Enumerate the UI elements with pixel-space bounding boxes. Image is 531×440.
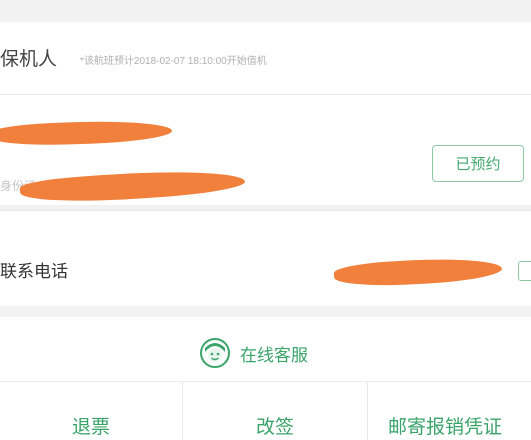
redacted-phone-number — [333, 255, 503, 289]
refund-label: 退票 — [71, 417, 110, 438]
online-service-section[interactable]: 在线客服 — [0, 317, 531, 382]
redacted-passenger-name — [0, 118, 173, 148]
refund-button[interactable]: 退票 — [0, 382, 183, 440]
edit-phone-button[interactable] — [518, 261, 531, 281]
order-actions-bar: 退票 改签 邮寄报销凭证 — [0, 382, 531, 440]
change-ticket-button[interactable]: 改签 — [183, 382, 368, 440]
online-service-label: 在线客服 — [240, 345, 308, 365]
change-ticket-label: 改签 — [255, 417, 294, 438]
booked-status-button[interactable]: 已预约 — [432, 145, 524, 182]
checkin-robot-title: 保机人 — [0, 49, 58, 70]
redacted-id-number — [19, 165, 246, 207]
checkin-robot-section: 保机人 *该航班预计2018-02-07 18:10:00开始值机 — [0, 22, 531, 95]
contact-phone-label: 联系电话 — [0, 262, 68, 281]
order-detail-page: 保机人 *该航班预计2018-02-07 18:10:00开始值机 身份证 已预… — [0, 0, 531, 440]
mail-receipt-label: 邮寄报销凭证 — [388, 417, 503, 438]
mail-receipt-button[interactable]: 邮寄报销凭证 — [368, 382, 531, 440]
online-service-button[interactable]: 在线客服 — [200, 338, 308, 368]
contact-phone-section: 联系电话 — [0, 210, 531, 306]
checkin-time-note: *该航班预计2018-02-07 18:10:00开始值机 — [80, 56, 267, 67]
passenger-section: 身份证 已预约 — [0, 95, 531, 207]
customer-service-icon — [200, 338, 230, 368]
